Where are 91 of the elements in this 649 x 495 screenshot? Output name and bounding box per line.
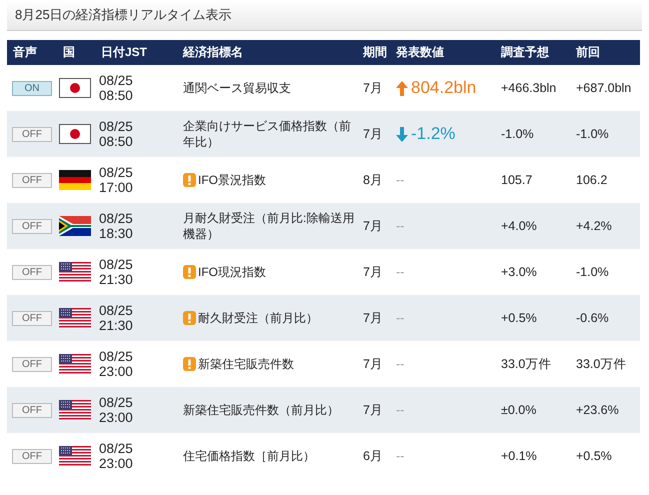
actual-value: -- — [396, 311, 404, 325]
actual-value: -- — [396, 173, 404, 187]
date-text: 08/25 — [99, 73, 134, 88]
period-cell-text: 8月 — [362, 172, 384, 188]
sound-toggle[interactable]: OFF — [12, 449, 52, 464]
date-text: 08/25 — [99, 441, 134, 456]
actual-value: -- — [396, 449, 404, 463]
time-text: 21:30 — [99, 272, 134, 287]
forecast-cell-text: +0.1% — [500, 449, 538, 463]
flag-icon — [59, 124, 91, 144]
indicator-name: 新築住宅販売件数 — [198, 356, 294, 372]
flag-icon — [59, 446, 91, 466]
previous-cell-text: -1.0% — [575, 265, 610, 279]
date-text: 08/25 — [99, 257, 134, 272]
actual-value: -- — [396, 265, 404, 279]
time-text: 08:50 — [99, 134, 134, 149]
period-cell-text: 7月 — [362, 310, 384, 326]
sound-toggle[interactable]: OFF — [12, 127, 52, 142]
sound-toggle[interactable]: OFF — [12, 311, 52, 326]
flag-icon — [59, 400, 91, 420]
previous-cell-text: +0.5% — [575, 449, 613, 463]
previous-cell-text: 33.0万件 — [575, 356, 628, 372]
time-text: 23:00 — [99, 364, 134, 379]
period-cell-text: 7月 — [362, 356, 384, 372]
sound-toggle[interactable]: OFF — [12, 403, 52, 418]
column-header: 日付JST — [100, 44, 148, 61]
actual-value: -- — [396, 357, 404, 371]
period-cell-text: 7月 — [362, 126, 384, 142]
column-header: 発表数値 — [394, 44, 445, 61]
flag-icon — [59, 308, 91, 328]
up-arrow-icon — [396, 80, 408, 96]
sound-toggle[interactable]: OFF — [12, 265, 52, 280]
previous-cell-text: +4.2% — [575, 219, 613, 233]
period-cell-text: 6月 — [362, 448, 384, 464]
indicator-name: 通関ベース貿易収支 — [183, 80, 291, 96]
indicator-name: IFO現況指数 — [198, 264, 266, 280]
forecast-cell-text: 33.0万件 — [500, 356, 552, 372]
column-header: 音声 — [12, 44, 38, 61]
forecast-cell-text: -1.0% — [500, 127, 535, 141]
column-header: 国 — [62, 44, 76, 61]
date-text: 08/25 — [99, 349, 134, 364]
forecast-cell-text: +3.0% — [500, 265, 538, 279]
flag-icon — [59, 262, 91, 282]
indicator-name: 月耐久財受注（前月比:除輸送用機器） — [183, 210, 355, 242]
forecast-cell-text: ±0.0% — [500, 403, 538, 417]
column-header: 調査予想 — [500, 44, 550, 61]
previous-cell-text: 106.2 — [575, 173, 608, 187]
date-text: 08/25 — [99, 165, 134, 180]
previous-cell-text: +23.6% — [575, 403, 620, 417]
time-text: 23:00 — [99, 456, 134, 471]
date-text: 08/25 — [99, 395, 134, 410]
forecast-cell-text: +4.0% — [500, 219, 538, 233]
indicator-name: 新築住宅販売件数（前月比） — [183, 402, 339, 418]
flag-icon — [59, 78, 91, 98]
period-cell-text: 7月 — [362, 218, 384, 234]
time-text: 23:00 — [99, 410, 134, 425]
down-arrow-icon — [396, 126, 408, 142]
indicator-name: 住宅価格指数［前月比） — [183, 448, 315, 464]
forecast-cell-text: +466.3bln — [500, 81, 558, 95]
period-cell-text: 7月 — [362, 80, 384, 96]
time-text: 08:50 — [99, 88, 134, 103]
previous-cell-text: -0.6% — [575, 311, 610, 325]
column-header: 前回 — [575, 44, 601, 61]
period-cell-text: 7月 — [362, 402, 384, 418]
column-header: 期間 — [362, 44, 388, 61]
indicator-name: 耐久財受注（前月比） — [198, 310, 318, 326]
time-text: 21:30 — [99, 318, 134, 333]
flag-icon — [59, 216, 91, 236]
date-text: 08/25 — [99, 211, 134, 226]
indicator-name: 企業向けサービス価格指数（前年比） — [183, 118, 352, 150]
previous-cell-text: +687.0bln — [575, 81, 632, 95]
sound-toggle[interactable]: ON — [12, 81, 52, 96]
time-text: 18:30 — [99, 226, 134, 241]
previous-cell-text: -1.0% — [575, 127, 610, 141]
actual-value: -- — [396, 403, 404, 417]
time-text: 17:00 — [99, 180, 134, 195]
period-cell-text: 7月 — [362, 264, 384, 280]
sound-toggle[interactable]: OFF — [12, 357, 52, 372]
forecast-cell-text: 105.7 — [500, 173, 534, 187]
sound-toggle[interactable]: OFF — [12, 173, 52, 188]
flag-icon — [59, 354, 91, 374]
actual-value: -1.2% — [411, 124, 456, 144]
indicator-name: IFO景況指数 — [198, 172, 266, 188]
column-header: 経済指標名 — [182, 44, 244, 61]
sound-toggle[interactable]: OFF — [12, 219, 52, 234]
date-text: 08/25 — [99, 119, 134, 134]
flag-icon — [59, 170, 91, 190]
forecast-cell-text: +0.5% — [500, 311, 538, 325]
actual-value: -- — [396, 219, 404, 233]
actual-value: 804.2bln — [411, 78, 476, 98]
date-text: 08/25 — [99, 303, 134, 318]
